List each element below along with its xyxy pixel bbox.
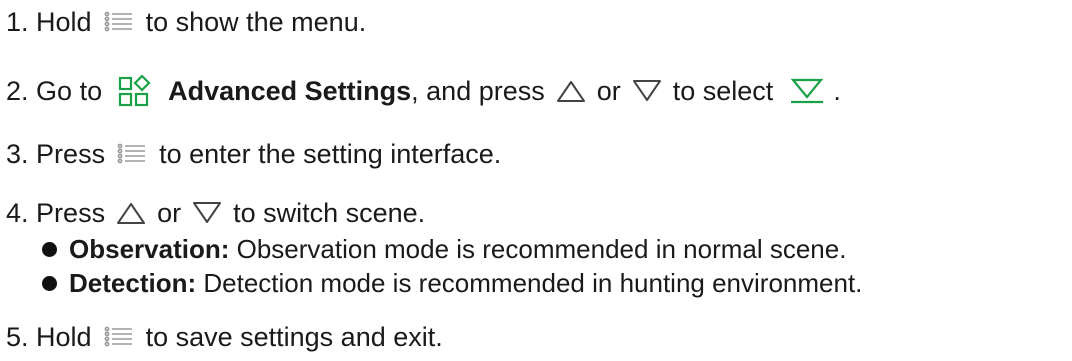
step-text: Hold <box>36 7 92 37</box>
down-triangle-icon <box>632 80 661 101</box>
step-2: 2. Go to Advanced Settings, and press or… <box>6 74 841 108</box>
step-number: 3. <box>6 139 29 169</box>
menu-list-icon <box>117 143 146 164</box>
bullet-desc: Detection mode is recommended in hunting… <box>203 268 863 298</box>
bullet-desc: Observation mode is recommended in norma… <box>236 234 847 264</box>
step-number: 2. <box>6 76 29 106</box>
bullet-term: Observation: <box>69 234 230 264</box>
bullet-dot <box>42 275 57 291</box>
step-4: 4. Press or to switch scene. <box>6 196 425 230</box>
step-text: to switch scene. <box>233 198 426 228</box>
menu-name: Advanced Settings <box>168 76 412 106</box>
step-number: 1. <box>6 7 29 37</box>
step-text: Press <box>36 198 106 228</box>
step-end: . <box>833 76 841 106</box>
or-text: or <box>596 76 621 106</box>
step-text: Hold <box>36 322 92 352</box>
up-triangle-icon <box>556 81 585 102</box>
step-text: to enter the setting interface. <box>159 139 502 169</box>
scene-mode-icon <box>790 78 824 104</box>
menu-list-icon <box>104 326 132 347</box>
bullet-item: Observation: Observation mode is recomme… <box>42 232 846 266</box>
step-number: 4. <box>6 198 29 228</box>
advanced-settings-icon <box>118 75 151 107</box>
step-5: 5. Hold to save settings and exit. <box>6 320 443 354</box>
step-1: 1. Hold to show the menu. <box>6 5 366 39</box>
up-triangle-icon <box>117 203 146 224</box>
bullet-dot <box>42 241 57 257</box>
bullet-term: Detection: <box>69 268 197 298</box>
bullet-item: Detection: Detection mode is recommended… <box>42 266 862 300</box>
down-triangle-icon <box>193 202 222 223</box>
step-text: , and press <box>411 76 545 106</box>
or-text: or <box>157 198 182 228</box>
step-text: to show the menu. <box>145 7 367 37</box>
step-text: to save settings and exit. <box>145 322 443 352</box>
step-number: 5. <box>6 322 29 352</box>
menu-list-icon <box>104 11 132 32</box>
step-text: Go to <box>36 76 103 106</box>
step-text: to select <box>672 76 774 106</box>
step-3: 3. Press to enter the setting interface. <box>6 137 501 171</box>
step-text: Press <box>36 139 106 169</box>
